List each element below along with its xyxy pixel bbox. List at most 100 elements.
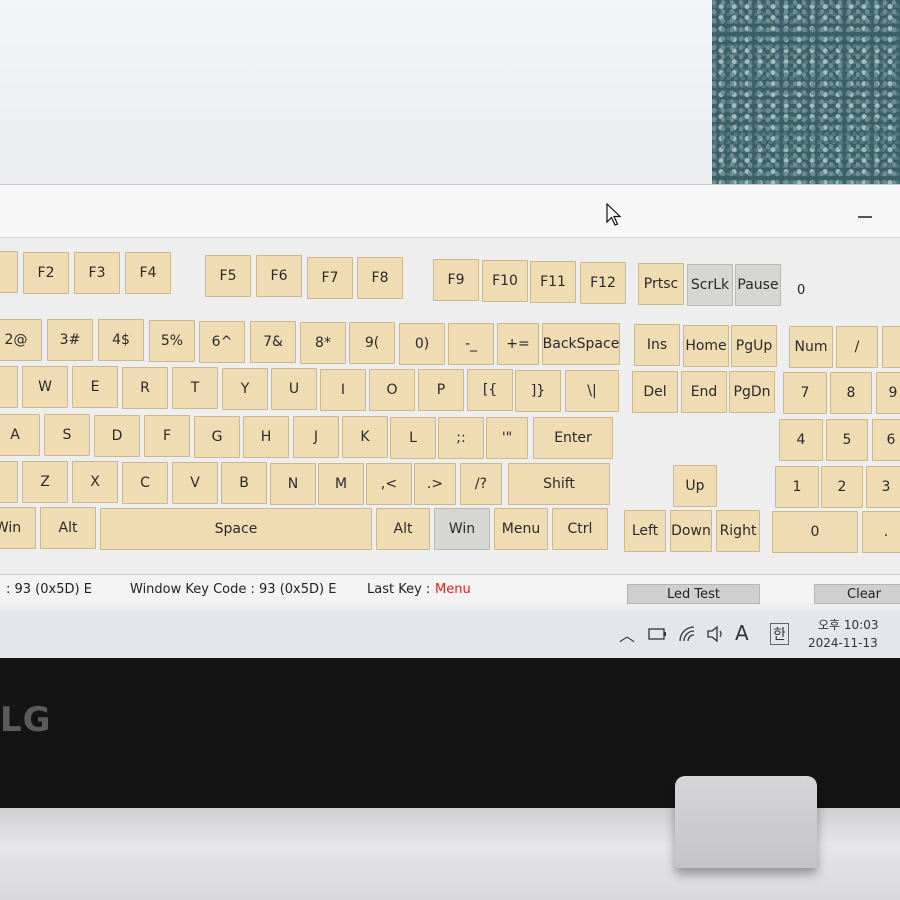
- key-down-arrow[interactable]: Down: [670, 510, 712, 552]
- key-num-5[interactable]: 5: [826, 419, 868, 461]
- key-scrlk[interactable]: ScrLk: [687, 264, 733, 306]
- key-right-ctrl[interactable]: Ctrl: [552, 508, 608, 550]
- key-n[interactable]: N: [270, 463, 316, 505]
- key-ins[interactable]: Ins: [634, 324, 680, 366]
- key-p[interactable]: P: [418, 369, 464, 411]
- key-tab[interactable]: [0, 366, 18, 408]
- key-left-alt[interactable]: Alt: [40, 507, 96, 549]
- key-i[interactable]: I: [320, 369, 366, 411]
- key-left-bracket[interactable]: [{: [467, 369, 513, 411]
- key-a[interactable]: A: [0, 414, 40, 456]
- key-0[interactable]: 0): [399, 323, 445, 365]
- key-b[interactable]: B: [221, 462, 267, 504]
- clock-date[interactable]: 2024-11-13: [808, 636, 878, 650]
- key-pause[interactable]: Pause: [735, 264, 781, 306]
- key-9[interactable]: 9(: [349, 322, 395, 364]
- key-left-arrow[interactable]: Left: [624, 510, 666, 552]
- key-f[interactable]: F: [144, 415, 190, 457]
- battery-icon[interactable]: [648, 627, 668, 641]
- key-num-star[interactable]: [882, 326, 900, 368]
- key-s[interactable]: S: [44, 414, 90, 456]
- key-right-shift[interactable]: Shift: [508, 463, 610, 505]
- key-t[interactable]: T: [172, 367, 218, 409]
- key-j[interactable]: J: [293, 416, 339, 458]
- clock-time[interactable]: 오후 10:03: [818, 616, 878, 633]
- clear-button[interactable]: Clear: [814, 584, 900, 604]
- key-num-slash[interactable]: /: [836, 326, 878, 368]
- key-x[interactable]: X: [72, 461, 118, 503]
- key-f4[interactable]: F4: [125, 252, 171, 294]
- key-space[interactable]: Space: [100, 508, 372, 550]
- key-num-2[interactable]: 2: [821, 466, 863, 508]
- wifi-icon[interactable]: [678, 625, 698, 643]
- chevron-up-icon[interactable]: ︿: [619, 622, 635, 646]
- key-g[interactable]: G: [194, 416, 240, 458]
- led-test-button[interactable]: Led Test: [627, 584, 760, 604]
- key-enter[interactable]: Enter: [533, 417, 613, 459]
- key-equals[interactable]: +=: [497, 323, 539, 365]
- key-f7[interactable]: F7: [307, 257, 353, 299]
- key-o[interactable]: O: [369, 369, 415, 411]
- key-num-9[interactable]: 9: [876, 372, 900, 414]
- key-semicolon[interactable]: ;:: [438, 417, 484, 459]
- key-7[interactable]: 7&: [250, 321, 296, 363]
- key-num-8[interactable]: 8: [830, 372, 872, 414]
- key-up[interactable]: Up: [673, 465, 717, 507]
- key-w[interactable]: W: [22, 366, 68, 408]
- key-f2[interactable]: F2: [23, 252, 69, 294]
- key-f8[interactable]: F8: [357, 257, 403, 299]
- key-6[interactable]: 6^: [199, 321, 245, 363]
- key-num-4[interactable]: 4: [779, 419, 823, 461]
- key-f9[interactable]: F9: [433, 259, 479, 301]
- key-comma[interactable]: ,<: [366, 463, 412, 505]
- key-m[interactable]: M: [318, 463, 364, 505]
- key-f3[interactable]: F3: [74, 252, 120, 294]
- key-num-1[interactable]: 1: [775, 466, 819, 508]
- key-backslash[interactable]: \|: [565, 370, 619, 412]
- key-right-bracket[interactable]: ]}: [515, 370, 561, 412]
- key-u[interactable]: U: [271, 368, 317, 410]
- key-f12[interactable]: F12: [580, 262, 626, 304]
- key-left-shift[interactable]: [0, 461, 18, 503]
- key-slash[interactable]: /?: [460, 463, 502, 505]
- key-f10[interactable]: F10: [482, 260, 528, 302]
- key-8[interactable]: 8*: [300, 322, 346, 364]
- hangul-indicator[interactable]: 한: [770, 623, 789, 645]
- key-l[interactable]: L: [390, 417, 436, 459]
- key-e[interactable]: E: [72, 366, 118, 408]
- key-3[interactable]: 3#: [47, 319, 93, 361]
- key-period[interactable]: .>: [414, 463, 456, 505]
- key-right-alt[interactable]: Alt: [376, 508, 430, 550]
- key-num-dot[interactable]: .: [862, 511, 900, 553]
- key-f11[interactable]: F11: [530, 261, 576, 303]
- key-y[interactable]: Y: [222, 368, 268, 410]
- key-num-7[interactable]: 7: [783, 372, 827, 414]
- speaker-icon[interactable]: [706, 625, 726, 643]
- key-minus[interactable]: -_: [448, 323, 494, 365]
- key-pgup[interactable]: PgUp: [731, 325, 777, 367]
- key-f6[interactable]: F6: [256, 255, 302, 297]
- key-f1[interactable]: [0, 251, 18, 293]
- key-z[interactable]: Z: [22, 461, 68, 503]
- key-end[interactable]: End: [681, 371, 727, 413]
- key-numlock[interactable]: Num: [789, 326, 833, 368]
- key-num-6[interactable]: 6: [872, 419, 900, 461]
- key-quote[interactable]: '": [486, 417, 528, 459]
- ime-mode-indicator[interactable]: A: [735, 621, 749, 645]
- key-2[interactable]: 2@: [0, 319, 42, 361]
- key-pgdn[interactable]: PgDn: [729, 371, 775, 413]
- key-c[interactable]: C: [122, 462, 168, 504]
- key-home[interactable]: Home: [683, 325, 729, 367]
- key-r[interactable]: R: [122, 367, 168, 409]
- key-4[interactable]: 4$: [98, 319, 144, 361]
- key-backspace[interactable]: BackSpace: [542, 323, 620, 365]
- key-f5[interactable]: F5: [205, 255, 251, 297]
- key-prtsc[interactable]: Prtsc: [638, 263, 684, 305]
- key-right-arrow[interactable]: Right: [716, 510, 760, 552]
- key-h[interactable]: H: [243, 416, 289, 458]
- key-k[interactable]: K: [342, 416, 388, 458]
- key-5[interactable]: 5%: [149, 320, 195, 362]
- key-del[interactable]: Del: [632, 371, 678, 413]
- key-d[interactable]: D: [94, 415, 140, 457]
- key-v[interactable]: V: [172, 462, 218, 504]
